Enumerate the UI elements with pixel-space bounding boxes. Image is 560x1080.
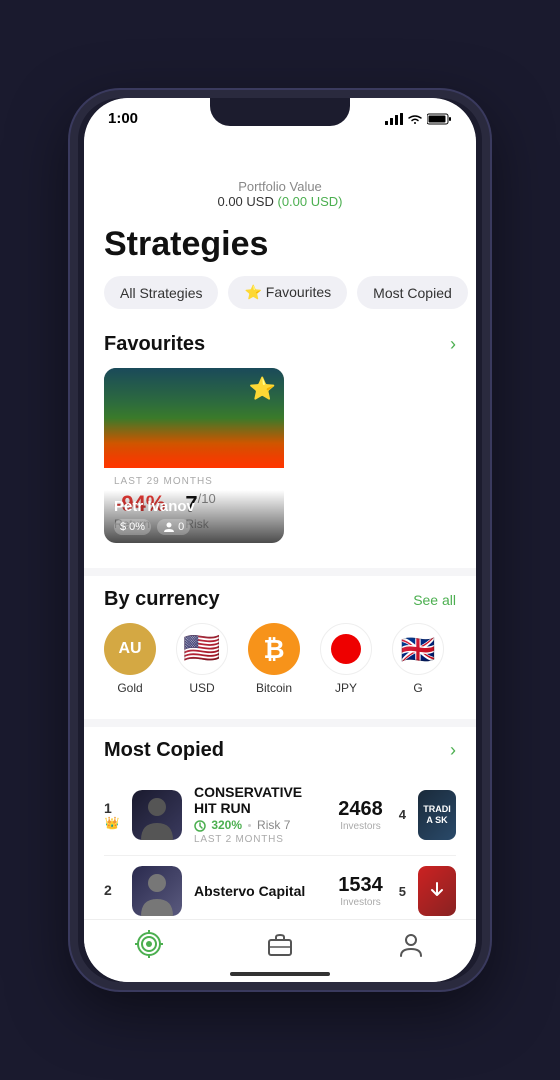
down-arrow-icon — [427, 881, 447, 901]
badge-image-2 — [418, 866, 456, 916]
favourites-section-header: Favourites › — [84, 325, 476, 368]
investors-label-1: Investors — [338, 821, 383, 832]
status-time: 1:00 — [108, 110, 138, 127]
rank-container-1: 1 👑 — [104, 800, 120, 830]
status-icons — [385, 113, 452, 125]
rank-number-2: 2 — [104, 882, 112, 898]
investors-count-2: 1534 — [338, 874, 383, 897]
currency-item-gbp[interactable]: 🇬🇧 G — [392, 623, 444, 695]
home-indicator — [230, 972, 330, 976]
most-copied-arrow-icon[interactable]: › — [450, 740, 456, 761]
currency-item-bitcoin[interactable]: ₿ Bitcoin — [248, 623, 300, 695]
currency-icon-gbp: 🇬🇧 — [392, 623, 444, 675]
copied-item-2[interactable]: 2 Abstervo Capital 1 — [104, 856, 456, 927]
currency-name-usd: USD — [189, 681, 214, 695]
copied-item-1[interactable]: 1 👑 CONSERVATIVE HIT RUN — [104, 774, 456, 856]
favourites-scroll: ⭐ Petr Ivanov $ 0% 0 — [84, 368, 476, 564]
target-icon — [135, 930, 163, 958]
currency-name-jpy: JPY — [335, 681, 357, 695]
trader-silhouette-icon — [137, 795, 177, 840]
copied-name-1: CONSERVATIVE HIT RUN — [194, 784, 326, 816]
bottom-nav — [84, 919, 476, 982]
briefcase-icon — [266, 930, 294, 958]
status-bar: 1:00 — [84, 98, 476, 131]
most-copied-section-header: Most Copied › — [84, 731, 476, 774]
favourite-card-petr-ivanov[interactable]: ⭐ Petr Ivanov $ 0% 0 — [104, 368, 284, 543]
phone-frame: 1:00 — [70, 90, 490, 990]
currency-name-gbp: G — [413, 681, 422, 695]
card-overlay: Petr Ivanov $ 0% 0 — [104, 490, 284, 543]
refresh-icon — [194, 820, 206, 832]
copied-investors-2: 1534 Investors — [338, 874, 383, 908]
tab-all-strategies[interactable]: All Strategies — [104, 276, 218, 309]
copied-badge-2 — [418, 866, 456, 916]
investors-label-2: Investors — [338, 897, 383, 908]
nav-item-strategies[interactable] — [135, 930, 163, 958]
card-return-badge: $ 0% — [114, 519, 151, 535]
most-copied-title: Most Copied — [104, 739, 224, 762]
rank-number-1: 1 — [104, 800, 120, 816]
tab-favourites[interactable]: ⭐ Favourites — [228, 276, 347, 309]
portfolio-label: Portfolio Value — [104, 179, 456, 194]
profile-person-icon — [397, 930, 425, 958]
copied-name-2: Abstervo Capital — [194, 883, 326, 899]
person-badge-icon — [163, 521, 175, 533]
favourites-title: Favourites — [104, 333, 205, 356]
copied-avatar-1 — [132, 790, 182, 840]
currency-title: By currency — [104, 588, 220, 611]
currency-icon-usd: 🇺🇸 — [176, 623, 228, 675]
copied-avatar-2 — [132, 866, 182, 916]
wifi-icon — [407, 113, 423, 125]
card-followers-badge: 0 — [157, 519, 190, 535]
divider-1 — [84, 568, 476, 576]
portfolio-header: Portfolio Value 0.00 USD (0.00 USD) — [84, 131, 476, 217]
crown-icon: 👑 — [105, 816, 120, 830]
screen: 1:00 — [84, 98, 476, 982]
copied-months-1: LAST 2 MONTHS — [194, 834, 326, 845]
copied-investors-1: 2468 Investors — [338, 798, 383, 832]
currency-icon-bitcoin: ₿ — [248, 623, 300, 675]
investors-count-1: 2468 — [338, 798, 383, 821]
trader2-silhouette-icon — [137, 871, 177, 916]
most-copied-list: 1 👑 CONSERVATIVE HIT RUN — [84, 774, 476, 927]
copied-info-2: Abstervo Capital — [194, 883, 326, 899]
battery-icon — [427, 113, 452, 125]
nav-item-profile[interactable] — [397, 930, 425, 958]
copied-sub-1: 320% Risk 7 — [194, 818, 326, 832]
currency-item-gold[interactable]: AU Gold — [104, 623, 156, 695]
rank-container-2: 2 — [104, 882, 120, 900]
currency-item-usd[interactable]: 🇺🇸 USD — [176, 623, 228, 695]
currency-scroll: AU Gold 🇺🇸 USD ₿ Bitcoin — [84, 623, 476, 715]
currency-icon-jpy — [320, 623, 372, 675]
card-trader-name: Petr Ivanov — [114, 498, 274, 515]
favourites-arrow-icon[interactable]: › — [450, 334, 456, 355]
currency-section-header: By currency See all — [84, 580, 476, 623]
filter-tabs: All Strategies ⭐ Favourites Most Copied — [84, 276, 476, 325]
rank-badge-1: 4 — [399, 807, 406, 822]
nav-item-portfolio[interactable] — [266, 930, 294, 958]
card-badges: $ 0% 0 — [114, 519, 274, 535]
badge-image-1: TRADI A SK — [418, 790, 456, 840]
copied-badge-1: TRADI A SK — [418, 790, 456, 840]
signal-icon — [385, 113, 403, 125]
currency-name-gold: Gold — [117, 681, 142, 695]
copied-risk-1: Risk 7 — [257, 818, 290, 832]
copied-return-1: 320% — [194, 818, 242, 832]
card-months: LAST 29 MONTHS — [114, 476, 274, 487]
portfolio-value: 0.00 USD (0.00 USD) — [104, 194, 456, 209]
currency-item-jpy[interactable]: JPY — [320, 623, 372, 695]
currency-name-bitcoin: Bitcoin — [256, 681, 292, 695]
page-title: Strategies — [84, 217, 476, 276]
screen-inner: 1:00 — [84, 98, 476, 982]
divider-2 — [84, 719, 476, 727]
dot-separator — [248, 824, 251, 827]
currency-icon-gold: AU — [104, 623, 156, 675]
copied-info-1: CONSERVATIVE HIT RUN 320% Risk 7 — [194, 784, 326, 845]
rank-badge-2: 5 — [399, 884, 406, 899]
tab-most-copied[interactable]: Most Copied — [357, 276, 468, 309]
card-star-icon: ⭐ — [249, 376, 276, 402]
see-all-link[interactable]: See all — [413, 592, 456, 608]
